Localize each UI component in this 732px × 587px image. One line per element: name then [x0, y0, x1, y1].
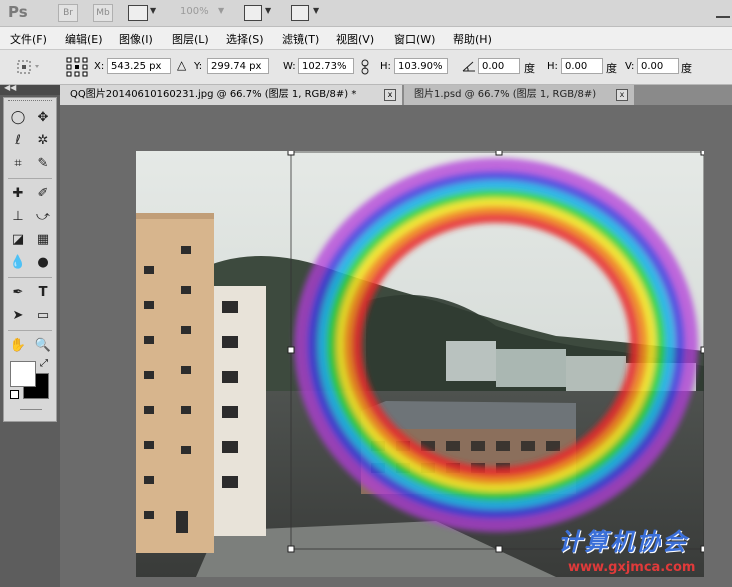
zoom-level[interactable]: 100% [180, 6, 209, 17]
foreground-color-swatch[interactable] [10, 361, 36, 387]
tab-qq-image[interactable]: QQ图片20140610160231.jpg @ 66.7% (图层 1, RG… [60, 85, 402, 105]
history-brush-tool-icon[interactable]: ⤻ [33, 207, 53, 227]
move-tool-icon[interactable]: ✥ [33, 108, 53, 128]
menu-select[interactable]: 选择(S) [226, 31, 264, 47]
tab-psd-image[interactable]: 图片1.psd @ 66.7% (图层 1, RGB/8#) x [404, 85, 634, 105]
minibridge-button[interactable]: Mb [93, 4, 113, 22]
minimize-button[interactable] [716, 4, 730, 18]
document-tabs: QQ图片20140610160231.jpg @ 66.7% (图层 1, RG… [60, 85, 732, 105]
tools-divider [8, 277, 52, 278]
app-logo: Ps [8, 3, 28, 21]
tools-divider [8, 178, 52, 179]
horizontal-skew-field[interactable]: 0.00 [561, 58, 603, 74]
lasso-tool-icon[interactable]: ℓ [8, 131, 28, 151]
watermark-text: 计算机协会 [558, 528, 688, 556]
magic-wand-tool-icon[interactable]: ✲ [33, 131, 53, 151]
menu-filter[interactable]: 滤镜(T) [282, 31, 319, 47]
healing-brush-tool-icon[interactable]: ✚ [8, 184, 28, 204]
screen-mode-button[interactable] [291, 5, 309, 21]
vskew-label: V: [625, 61, 635, 72]
hskew-label: H: [547, 61, 558, 72]
reference-point-icon[interactable] [66, 57, 88, 77]
menu-layer[interactable]: 图层(L) [172, 31, 209, 47]
menu-bar: 文件(F) 编辑(E) 图像(I) 图层(L) 选择(S) 滤镜(T) 视图(V… [0, 27, 732, 50]
width-field[interactable]: 102.73% [298, 58, 354, 74]
tools-group: ◯ ✥ ℓ ✲ ⌗ ✎ ✚ ✐ ⊥ ⤻ ◪ ▦ 💧 ● ✒ T ➤ ▭ ✋ 🔍 … [3, 97, 57, 422]
y-label: Y: [194, 61, 203, 72]
swap-colors-icon[interactable]: ⤢ [40, 358, 48, 369]
w-label: W: [283, 61, 296, 72]
pen-tool-icon[interactable]: ✒ [8, 283, 28, 303]
close-icon[interactable]: x [616, 89, 628, 101]
menu-help[interactable]: 帮助(H) [453, 31, 492, 47]
menu-image[interactable]: 图像(I) [119, 31, 153, 47]
rotate-angle-icon [462, 61, 475, 72]
watermark-url: www.gxjmca.com [568, 560, 696, 575]
link-icon[interactable] [361, 59, 369, 75]
chevron-down-icon: ▼ [218, 6, 225, 15]
relative-position-icon[interactable]: △ [177, 58, 186, 72]
clone-stamp-tool-icon[interactable]: ⊥ [8, 207, 28, 227]
app-titlebar: Ps Br Mb ▼ 100% ▼ ▼ ▼ [0, 0, 732, 27]
panel-collapse-bar[interactable]: ◀◀ [0, 83, 60, 95]
brush-tool-icon[interactable]: ✐ [33, 184, 53, 204]
menu-view[interactable]: 视图(V) [336, 31, 374, 47]
arrange-documents-button[interactable] [244, 5, 262, 21]
x-position-field[interactable]: 543.25 px [107, 58, 171, 74]
collapse-icon: ◀◀ [4, 83, 17, 92]
crop-tool-icon[interactable]: ⌗ [8, 154, 28, 174]
bridge-button[interactable]: Br [58, 4, 78, 22]
hand-tool-icon[interactable]: ✋ [8, 336, 28, 356]
menu-window[interactable]: 窗口(W) [394, 31, 435, 47]
document-image[interactable] [136, 151, 704, 577]
chevron-down-icon: ▼ [265, 6, 272, 15]
menu-file[interactable]: 文件(F) [10, 31, 47, 47]
shape-tool-icon[interactable]: ▭ [33, 306, 53, 326]
blur-tool-icon[interactable]: 💧 [8, 253, 28, 273]
x-label: X: [94, 61, 105, 72]
y-position-field[interactable]: 299.74 px [207, 58, 269, 74]
h-label: H: [380, 61, 391, 72]
hskew-unit: 度 [606, 62, 617, 75]
options-bar: X: 543.25 px △ Y: 299.74 px W: 102.73% H… [0, 50, 732, 85]
tools-grip [8, 100, 52, 104]
type-tool-icon[interactable]: T [33, 283, 53, 303]
default-colors-icon[interactable] [10, 390, 19, 399]
marquee-tool-icon[interactable]: ◯ [8, 108, 28, 128]
path-selection-tool-icon[interactable]: ➤ [8, 306, 28, 326]
zoom-tool-icon[interactable]: 🔍 [33, 336, 53, 356]
dodge-tool-icon[interactable]: ● [33, 253, 53, 273]
tools-divider [8, 330, 52, 331]
gradient-tool-icon[interactable]: ▦ [33, 230, 53, 250]
rotate-angle-field[interactable]: 0.00 [478, 58, 520, 74]
tab-label: 图片1.psd @ 66.7% (图层 1, RGB/8#) [414, 89, 597, 100]
height-field[interactable]: 103.90% [394, 58, 448, 74]
chevron-down-icon: ▼ [150, 6, 157, 15]
tab-label: QQ图片20140610160231.jpg @ 66.7% (图层 1, RG… [70, 89, 357, 100]
chevron-down-icon: ▼ [313, 6, 320, 15]
eraser-tool-icon[interactable]: ◪ [8, 230, 28, 250]
transform-tool-icon[interactable] [16, 59, 44, 75]
eyedropper-tool-icon[interactable]: ✎ [33, 154, 53, 174]
angle-unit: 度 [524, 62, 535, 75]
vskew-unit: 度 [681, 62, 692, 75]
close-icon[interactable]: x [384, 89, 396, 101]
view-extras-button[interactable] [128, 5, 148, 21]
quick-mask-divider [20, 409, 42, 410]
menu-edit[interactable]: 编辑(E) [65, 31, 103, 47]
tools-panel: ◀◀ ◯ ✥ ℓ ✲ ⌗ ✎ ✚ ✐ ⊥ ⤻ ◪ ▦ 💧 ● ✒ T ➤ ▭ ✋… [0, 83, 60, 587]
vertical-skew-field[interactable]: 0.00 [637, 58, 679, 74]
